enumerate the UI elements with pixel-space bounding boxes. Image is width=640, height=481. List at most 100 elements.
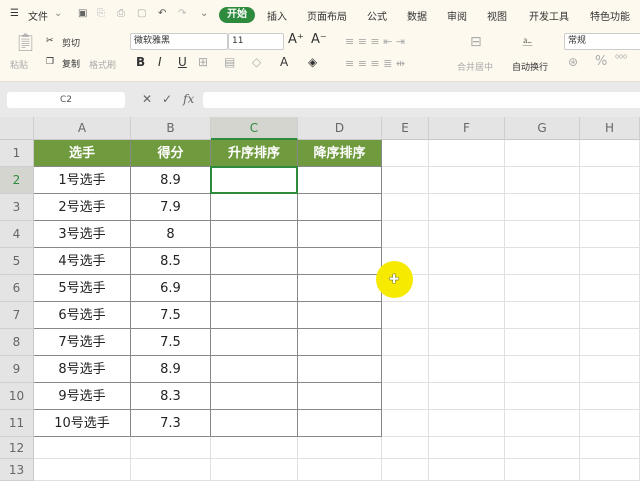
column-header-H[interactable]: H <box>580 117 640 140</box>
cell-B4[interactable]: 8 <box>131 221 211 248</box>
cell-F8[interactable] <box>429 329 505 356</box>
cell-B5[interactable]: 8.5 <box>131 248 211 275</box>
cell-E8[interactable] <box>382 329 429 356</box>
cell-A7[interactable]: 6号选手 <box>34 302 131 329</box>
copy-icon[interactable]: ❐ <box>46 57 54 67</box>
cell-A6[interactable]: 5号选手 <box>34 275 131 302</box>
cell-G8[interactable] <box>505 329 580 356</box>
cell-D2[interactable] <box>298 167 382 194</box>
cancel-icon[interactable]: ✕ <box>142 92 152 106</box>
cell-B11[interactable]: 7.3 <box>131 410 211 437</box>
cell-style-icon[interactable]: ▤ <box>224 55 235 69</box>
cell-D7[interactable] <box>298 302 382 329</box>
cell-A5[interactable]: 4号选手 <box>34 248 131 275</box>
cell-A11[interactable]: 10号选手 <box>34 410 131 437</box>
increase-font-icon[interactable]: A⁺ <box>288 32 304 47</box>
menu-file[interactable]: 文件 <box>28 8 48 23</box>
confirm-icon[interactable]: ✓ <box>162 92 172 106</box>
cell-F2[interactable] <box>429 167 505 194</box>
cell-B8[interactable]: 7.5 <box>131 329 211 356</box>
fill-color-icon[interactable]: ◇ <box>252 55 261 69</box>
cell-D12[interactable] <box>298 437 382 459</box>
paste-button[interactable]: 粘贴 <box>10 58 28 71</box>
tab-page-layout[interactable]: 页面布局 <box>307 8 347 23</box>
scissors-icon[interactable]: ✂ <box>46 36 54 46</box>
align-horizontal-icons[interactable]: ≡ ≡ ≡ ≣ ⇹ <box>345 57 405 70</box>
undo-icon[interactable]: ↶ <box>158 8 166 19</box>
print-preview-icon[interactable]: ▢ <box>137 8 146 19</box>
cell-F9[interactable] <box>429 356 505 383</box>
column-header-A[interactable]: A <box>34 117 131 140</box>
cell-H6[interactable] <box>580 275 640 302</box>
row-header-13[interactable]: 13 <box>0 459 34 481</box>
menu-icon[interactable]: ☰ <box>10 8 19 19</box>
row-header-4[interactable]: 4 <box>0 221 34 248</box>
row-header-8[interactable]: 8 <box>0 329 34 356</box>
column-header-F[interactable]: F <box>429 117 505 140</box>
cell-A8[interactable]: 7号选手 <box>34 329 131 356</box>
copy-button[interactable]: 复制 <box>62 57 80 70</box>
header-cell-C1[interactable]: 升序排序 <box>211 140 298 167</box>
cell-B6[interactable]: 6.9 <box>131 275 211 302</box>
column-header-B[interactable]: B <box>131 117 211 140</box>
cell-A4[interactable]: 3号选手 <box>34 221 131 248</box>
cell-H10[interactable] <box>580 383 640 410</box>
cell-E12[interactable] <box>382 437 429 459</box>
number-format-select[interactable]: 常规 <box>564 33 640 50</box>
cell-G5[interactable] <box>505 248 580 275</box>
cell-E11[interactable] <box>382 410 429 437</box>
header-cell-A1[interactable]: 选手 <box>34 140 131 167</box>
wrap-text-button[interactable]: 自动换行 <box>512 60 548 73</box>
decrease-font-icon[interactable]: A⁻ <box>311 32 327 47</box>
cell-H7[interactable] <box>580 302 640 329</box>
cell-D5[interactable] <box>298 248 382 275</box>
tab-developer[interactable]: 开发工具 <box>529 8 569 23</box>
tab-special[interactable]: 特色功能 <box>590 8 630 23</box>
cell-H2[interactable] <box>580 167 640 194</box>
underline-button[interactable]: U <box>178 55 187 69</box>
cell-C10[interactable] <box>211 383 298 410</box>
cell-E2[interactable] <box>382 167 429 194</box>
header-cell-D1[interactable]: 降序排序 <box>298 140 382 167</box>
font-color-icon[interactable]: A <box>280 55 288 69</box>
cut-button[interactable]: 剪切 <box>62 36 80 49</box>
cell-C5[interactable] <box>211 248 298 275</box>
print-icon[interactable]: ⎙ <box>117 8 125 19</box>
align-top-icons[interactable]: ≡ ≡ ≡ ⇤ ⇥ <box>345 35 405 48</box>
cell-B10[interactable]: 8.3 <box>131 383 211 410</box>
row-header-9[interactable]: 9 <box>0 356 34 383</box>
cell-H13[interactable] <box>580 459 640 481</box>
cell-F7[interactable] <box>429 302 505 329</box>
bold-button[interactable]: B <box>136 55 145 69</box>
save-icon[interactable]: ▣ <box>78 8 87 19</box>
cell-F1[interactable] <box>429 140 505 167</box>
cell-G12[interactable] <box>505 437 580 459</box>
cell-D4[interactable] <box>298 221 382 248</box>
more-icon[interactable]: ⌄ <box>200 8 208 19</box>
cell-E1[interactable] <box>382 140 429 167</box>
row-header-11[interactable]: 11 <box>0 410 34 437</box>
cell-H4[interactable] <box>580 221 640 248</box>
row-header-3[interactable]: 3 <box>0 194 34 221</box>
row-header-10[interactable]: 10 <box>0 383 34 410</box>
cell-F5[interactable] <box>429 248 505 275</box>
row-header-2[interactable]: 2 <box>0 167 34 194</box>
chevron-down-icon[interactable]: ⌄ <box>54 8 62 19</box>
cell-C4[interactable] <box>211 221 298 248</box>
cell-G4[interactable] <box>505 221 580 248</box>
cell-B2[interactable]: 8.9 <box>131 167 211 194</box>
cell-F10[interactable] <box>429 383 505 410</box>
cell-D3[interactable] <box>298 194 382 221</box>
cell-B3[interactable]: 7.9 <box>131 194 211 221</box>
cell-G2[interactable] <box>505 167 580 194</box>
cell-F4[interactable] <box>429 221 505 248</box>
select-all-corner[interactable] <box>0 117 34 140</box>
cell-C11[interactable] <box>211 410 298 437</box>
cell-E10[interactable] <box>382 383 429 410</box>
column-header-D[interactable]: D <box>298 117 382 140</box>
cell-D6[interactable] <box>298 275 382 302</box>
cell-H3[interactable] <box>580 194 640 221</box>
cell-D8[interactable] <box>298 329 382 356</box>
cell-G7[interactable] <box>505 302 580 329</box>
cell-B12[interactable] <box>131 437 211 459</box>
